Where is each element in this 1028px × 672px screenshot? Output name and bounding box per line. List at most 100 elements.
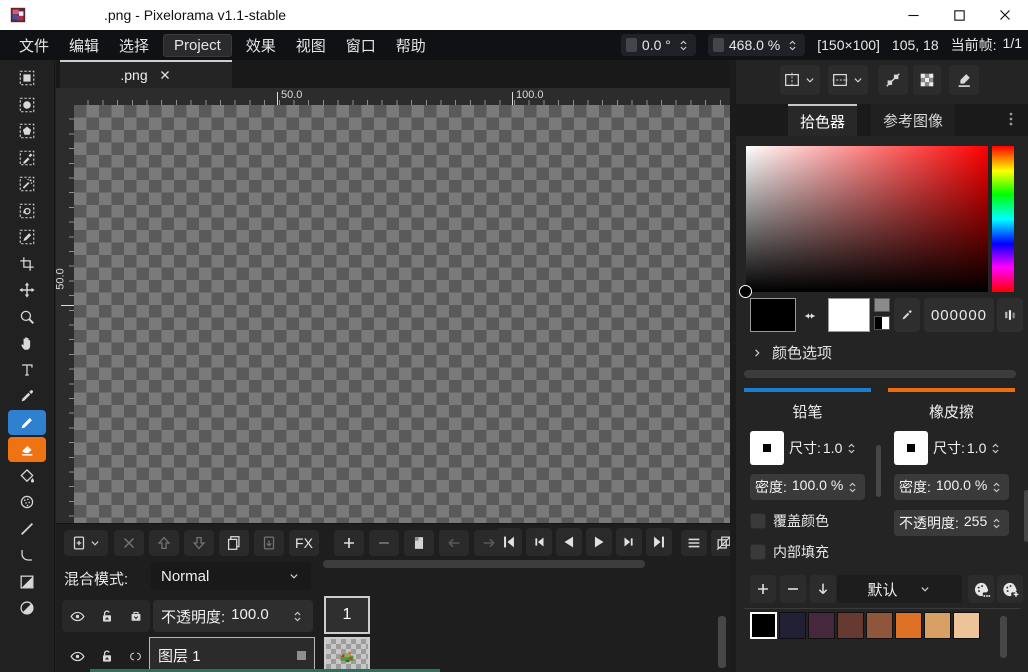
secondary-color-swatch[interactable] — [828, 298, 870, 332]
cel-thumbnail[interactable] — [324, 637, 370, 672]
menu-7[interactable]: 窗口 — [340, 32, 382, 59]
tool-shading[interactable] — [8, 490, 46, 515]
color-options-expander[interactable]: 颜色选项 — [750, 342, 832, 363]
tool-lasso[interactable] — [8, 198, 46, 223]
layer-name-field[interactable]: 图层 1 — [149, 637, 315, 672]
maximize-button[interactable] — [936, 0, 982, 30]
last-frame-button[interactable] — [646, 528, 672, 556]
default-colors-swatch[interactable] — [874, 316, 890, 330]
hue-slider[interactable] — [992, 146, 1014, 292]
mirror-vertical-button[interactable] — [828, 65, 868, 95]
tool-text[interactable] — [8, 357, 46, 382]
mirror-horizontal-button[interactable] — [780, 65, 820, 95]
zoom-spinbox[interactable]: 468.0 % — [708, 34, 805, 56]
tool-pan[interactable] — [8, 331, 46, 356]
document-tab[interactable]: .png — [60, 60, 232, 88]
timeline-settings-button[interactable] — [681, 530, 707, 556]
checkbox[interactable] — [750, 513, 766, 529]
clone-layer-button[interactable] — [219, 530, 249, 556]
link-cels-toggle[interactable] — [128, 608, 144, 624]
palette-swatch-6[interactable] — [895, 612, 922, 639]
add-layer-button[interactable] — [64, 530, 108, 556]
palette-swatch-1[interactable] — [750, 612, 777, 639]
palette-swatch-5[interactable] — [866, 612, 893, 639]
tool-ellipse-select[interactable] — [8, 92, 46, 117]
color-mode-button[interactable] — [997, 298, 1023, 332]
frame-1-header[interactable]: 1 — [324, 596, 370, 634]
blend-mode-dropdown[interactable]: Normal — [151, 562, 311, 590]
next-frame-button[interactable] — [616, 528, 642, 556]
tool-crop[interactable] — [8, 251, 46, 276]
stepper-icon[interactable] — [989, 480, 1004, 495]
tool-rectangle-select[interactable] — [8, 66, 46, 91]
layer-lock-toggle[interactable] — [99, 608, 115, 624]
color-cursor[interactable] — [739, 285, 752, 298]
tool-rectangle[interactable] — [8, 569, 46, 594]
merge-layer-button[interactable] — [254, 530, 284, 556]
menu-6[interactable]: 视图 — [290, 32, 332, 59]
tab-color-picker[interactable]: 拾色器 — [788, 104, 857, 136]
layer-visibility-toggle[interactable] — [69, 648, 86, 665]
edit-palette-button[interactable] — [968, 575, 994, 603]
menu-2[interactable]: 编辑 — [63, 32, 105, 59]
menu-5[interactable]: 效果 — [240, 32, 282, 59]
zoom-stepper-icon[interactable] — [785, 38, 800, 53]
sort-colors-button[interactable] — [810, 575, 836, 603]
saturation-value-box[interactable] — [746, 146, 988, 292]
panel-menu-button[interactable] — [1002, 110, 1020, 128]
palette-swatch-4[interactable] — [837, 612, 864, 639]
add-frame-button[interactable] — [334, 530, 364, 556]
tool-curve[interactable] — [8, 543, 46, 568]
menu-8[interactable]: 帮助 — [390, 32, 432, 59]
screen-color-picker-button[interactable] — [894, 298, 920, 332]
tool-eraser[interactable] — [8, 437, 46, 462]
remove-frame-button[interactable] — [369, 530, 399, 556]
layer-visibility-toggle[interactable] — [69, 608, 86, 625]
swap-colors-button[interactable] — [800, 306, 820, 326]
layer-fx-button[interactable]: FX — [289, 530, 319, 556]
brush-preview[interactable] — [894, 431, 928, 465]
close-button[interactable] — [982, 0, 1028, 30]
play-backwards-button[interactable] — [556, 528, 582, 556]
rotation-spinbox[interactable]: 0.0 ° — [621, 34, 696, 56]
palette-select-dropdown[interactable]: 默认 — [837, 575, 962, 603]
checkbox[interactable] — [750, 544, 766, 560]
tool-pencil[interactable] — [8, 410, 46, 435]
copy-frame-button[interactable] — [404, 530, 434, 556]
tool-ellipse[interactable] — [8, 596, 46, 621]
minimize-button[interactable] — [890, 0, 936, 30]
tool-bucket[interactable] — [8, 463, 46, 488]
palette-swatch-2[interactable] — [779, 612, 806, 639]
move-layer-down-button[interactable] — [184, 530, 214, 556]
stepper-icon[interactable] — [989, 516, 1004, 531]
brush-preview[interactable] — [750, 431, 784, 465]
density-slider[interactable]: 密度: 100.0 % — [750, 474, 865, 500]
hex-color-field[interactable]: 000000 — [924, 298, 994, 332]
new-palette-button[interactable] — [997, 575, 1023, 603]
timeline-v-scrollbar[interactable] — [718, 616, 726, 668]
move-layer-up-button[interactable] — [149, 530, 179, 556]
rotation-grabber[interactable] — [626, 38, 637, 52]
eraser-opacity-slider[interactable]: 不透明度: 255 — [894, 510, 1009, 536]
pen-dynamics-button[interactable] — [949, 65, 979, 95]
play-button[interactable] — [586, 528, 612, 556]
alpha-transparency-button[interactable] — [913, 65, 941, 95]
brush-size-spinbox[interactable]: 尺寸: 1.0 — [789, 438, 859, 458]
tool-pen-select[interactable] — [8, 225, 46, 250]
timeline-h-scrollbar[interactable] — [323, 560, 645, 568]
cel-link-icon[interactable] — [128, 649, 143, 664]
left-panel-scrollbar[interactable] — [876, 445, 881, 497]
layer-opacity-spinbox[interactable]: 不透明度: 100.0 — [153, 600, 313, 632]
remove-color-button[interactable] — [780, 575, 806, 603]
brush-size-spinbox[interactable]: 尺寸: 1.0 — [933, 438, 1003, 458]
tool-polygon-select[interactable] — [8, 119, 46, 144]
picker-h-scrollbar[interactable] — [744, 370, 1016, 378]
layer-lock-toggle[interactable] — [99, 648, 115, 664]
remove-layer-button[interactable] — [114, 530, 144, 556]
density-slider[interactable]: 密度: 100.0 % — [894, 474, 1009, 500]
stepper-icon[interactable] — [290, 609, 305, 624]
rotation-stepper-icon[interactable] — [676, 38, 691, 53]
palette-swatch-7[interactable] — [924, 612, 951, 639]
menu-4[interactable]: Project — [163, 34, 232, 57]
right-panel-scrollbar[interactable] — [1024, 490, 1028, 542]
